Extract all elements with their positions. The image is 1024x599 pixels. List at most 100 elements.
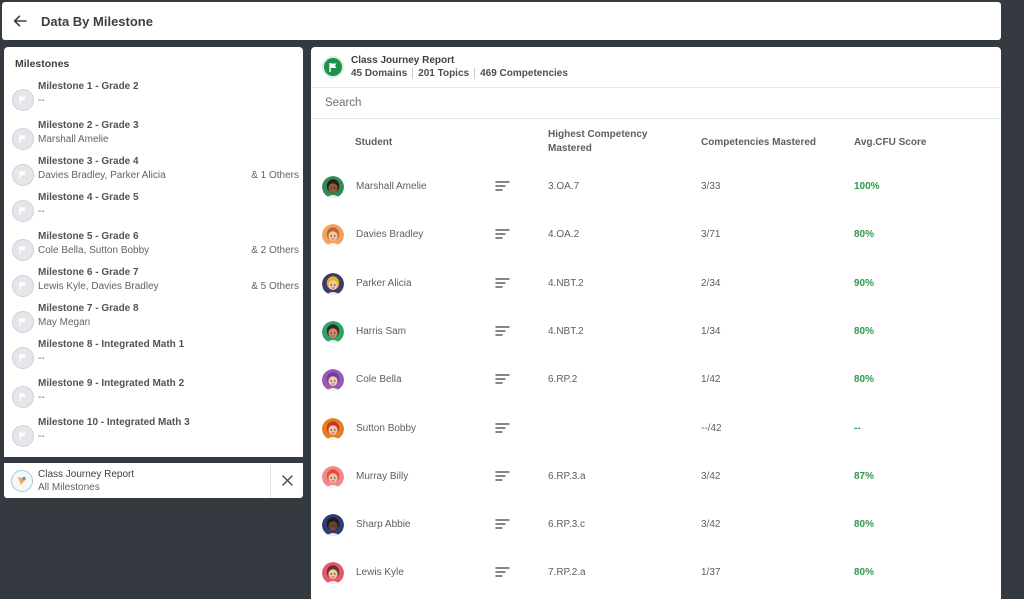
report-stats: 45 Domains 201 Topics 469 Competencies (351, 68, 578, 79)
milestone-title: Milestone 1 - Grade 2 (38, 81, 139, 92)
report-header: Class Journey Report 45 Domains 201 Topi… (311, 47, 1001, 88)
sort-lines-icon[interactable] (495, 373, 511, 385)
sort-lines-icon[interactable] (495, 470, 511, 482)
student-name[interactable]: Marshall Amelie (356, 181, 427, 192)
sort-lines-icon[interactable] (495, 566, 511, 578)
student-name[interactable]: Lewis Kyle (356, 567, 404, 578)
student-name[interactable]: Davies Bradley (356, 229, 423, 240)
close-icon (281, 475, 293, 486)
avatar (322, 465, 344, 488)
milestone-item[interactable]: Milestone 6 - Grade 7 Lewis Kyle, Davies … (4, 267, 303, 303)
highest-competency: 4.NBT.2 (548, 325, 584, 337)
avg-cfu-score: 100% (854, 181, 880, 192)
flag-icon (12, 425, 34, 447)
student-name[interactable]: Cole Bella (356, 374, 402, 385)
milestone-item[interactable]: Milestone 1 - Grade 2 -- (4, 81, 303, 117)
table-row[interactable]: Parker Alicia 4.NBT.2 2/34 90% (311, 272, 1001, 321)
highest-competency: 6.RP.3.a (548, 470, 586, 482)
table-row[interactable]: Lewis Kyle 7.RP.2.a 1/37 80% (311, 562, 1001, 599)
column-student[interactable]: Student (355, 137, 392, 148)
competencies-mastered: 3/42 (701, 519, 721, 531)
milestone-others[interactable]: & 1 Others (251, 170, 299, 181)
milestone-students: -- (38, 392, 45, 403)
milestone-item[interactable]: Milestone 10 - Integrated Math 3 -- (4, 417, 303, 453)
milestones-panel: Milestones Milestone 1 - Grade 2 -- Milest… (4, 47, 303, 457)
sort-lines-icon[interactable] (495, 325, 511, 337)
report-title: Class Journey Report (351, 55, 455, 66)
flag-icon (12, 200, 34, 222)
milestone-students: Marshall Amelie (38, 134, 109, 145)
avatar (322, 514, 344, 537)
milestone-title: Milestone 2 - Grade 3 (38, 120, 139, 131)
close-button[interactable] (270, 463, 303, 498)
flag-icon (12, 275, 34, 297)
highest-competency: 6.RP.2 (548, 374, 578, 386)
student-name[interactable]: Parker Alicia (356, 278, 412, 289)
topics-count: 201 Topics (418, 68, 476, 79)
column-competencies-mastered[interactable]: Competencies Mastered (701, 137, 816, 148)
avatar (322, 176, 344, 198)
highest-competency: 7.RP.2.a (548, 567, 586, 579)
avg-cfu-score: 80% (854, 374, 875, 386)
sort-lines-icon[interactable] (495, 518, 511, 530)
student-name[interactable]: Sharp Abbie (356, 519, 411, 530)
table-row[interactable]: Davies Bradley 4.OA.2 3/71 80% (311, 224, 1001, 272)
milestone-item[interactable]: Milestone 3 - Grade 4 Davies Bradley, Par… (4, 156, 303, 192)
table-row[interactable]: Sutton Bobby --/42 -- (311, 417, 1001, 466)
avg-cfu-score: 80% (854, 325, 875, 337)
flag-icon (12, 128, 34, 150)
milestone-title: Milestone 8 - Integrated Math 1 (38, 339, 185, 350)
flag-icon (12, 239, 34, 261)
milestone-item[interactable]: Milestone 5 - Grade 6 Cole Bella, Sutton … (4, 231, 303, 267)
student-name[interactable]: Harris Sam (356, 326, 406, 337)
milestone-item[interactable]: Milestone 7 - Grade 8 May Megan (4, 303, 303, 339)
competencies-mastered: 3/42 (701, 470, 721, 482)
competencies-mastered: 2/34 (701, 277, 721, 289)
sort-lines-icon[interactable] (495, 228, 511, 240)
flag-icon (12, 311, 34, 333)
highest-competency: 6.RP.3.c (548, 519, 586, 531)
table-row[interactable]: Marshall Amelie 3.OA.7 3/33 100% (311, 176, 1001, 224)
student-name[interactable]: Sutton Bobby (356, 423, 416, 434)
competencies-mastered: --/42 (701, 422, 722, 434)
column-avg-cfu-score[interactable]: Avg.CFU Score (854, 137, 926, 148)
milestone-item[interactable]: Milestone 4 - Grade 5 -- (4, 192, 303, 228)
table-row[interactable]: Cole Bella 6.RP.2 1/42 80% (311, 369, 1001, 417)
milestone-students: -- (38, 95, 45, 106)
search-bar (311, 88, 1001, 119)
sort-lines-icon[interactable] (495, 277, 511, 289)
avatar (322, 272, 344, 295)
search-input[interactable] (325, 97, 925, 109)
milestone-item[interactable]: Milestone 9 - Integrated Math 2 -- (4, 378, 303, 414)
milestone-title: Milestone 9 - Integrated Math 2 (38, 378, 185, 389)
sort-lines-icon[interactable] (495, 180, 511, 192)
column-highest-competency[interactable]: Highest Competency Mastered (548, 129, 647, 154)
competencies-mastered: 3/33 (701, 181, 721, 192)
competencies-mastered: 1/37 (701, 567, 721, 579)
flag-icon (12, 347, 34, 369)
avatar (322, 224, 344, 247)
class-journey-footer[interactable]: Class Journey Report All Milestones (4, 463, 303, 498)
milestone-item[interactable]: Milestone 8 - Integrated Math 1 -- (4, 339, 303, 375)
milestone-others[interactable]: & 2 Others (251, 245, 299, 256)
milestone-title: Milestone 10 - Integrated Math 3 (38, 417, 190, 428)
avg-cfu-score: -- (854, 422, 861, 434)
milestone-others[interactable]: & 5 Others (251, 281, 299, 292)
back-button[interactable] (2, 2, 38, 40)
sort-lines-icon[interactable] (495, 422, 511, 434)
avg-cfu-score: 87% (854, 470, 875, 482)
top-bar: Data By Milestone (2, 2, 1001, 40)
flag-badge-icon (322, 56, 344, 78)
avatar (322, 562, 344, 585)
milestone-item[interactable]: Milestone 2 - Grade 3 Marshall Amelie (4, 120, 303, 156)
milestone-title: Milestone 4 - Grade 5 (38, 192, 139, 203)
journey-icon (11, 469, 33, 492)
table-row[interactable]: Murray Billy 6.RP.3.a 3/42 87% (311, 465, 1001, 514)
milestone-students: Cole Bella, Sutton Bobby (38, 245, 150, 256)
student-name[interactable]: Murray Billy (356, 471, 408, 482)
table-row[interactable]: Sharp Abbie 6.RP.3.c 3/42 80% (311, 514, 1001, 562)
table-row[interactable]: Harris Sam 4.NBT.2 1/34 80% (311, 320, 1001, 369)
milestone-students: -- (38, 353, 45, 364)
competencies-count: 469 Competencies (480, 68, 568, 79)
competencies-mastered: 3/71 (701, 229, 721, 241)
